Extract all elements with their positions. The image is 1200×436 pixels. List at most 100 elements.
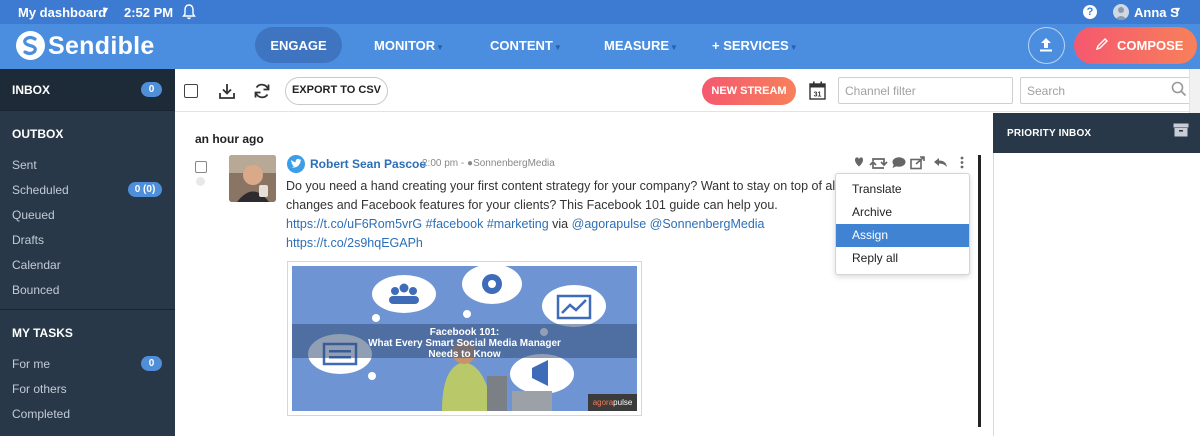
nav-content-label: CONTENT xyxy=(490,38,553,53)
priority-inbox-panel xyxy=(993,153,1200,436)
nav-services-label: + SERVICES xyxy=(712,38,789,53)
panel-scrollbar[interactable] xyxy=(1189,69,1200,113)
via-text: via xyxy=(552,217,569,231)
read-status-dot[interactable] xyxy=(196,177,205,186)
priority-inbox-title: PRIORITY INBOX xyxy=(1007,128,1092,139)
post-image[interactable]: Facebook 101: What Every Smart Social Me… xyxy=(287,261,642,416)
menu-item-assign[interactable]: Assign xyxy=(836,224,969,247)
caret-down-icon: ▼ xyxy=(789,43,798,52)
sidebar-item-for-others[interactable]: For others xyxy=(12,382,67,396)
message-feed: an hour ago Robert Sean Pascoe 2:00 pm -… xyxy=(175,113,993,436)
new-stream-button[interactable]: NEW STREAM xyxy=(702,77,796,105)
post-action-menu: Translate Archive Assign Reply all xyxy=(835,173,970,275)
mention-link[interactable]: @agorapulse xyxy=(572,217,647,231)
archive-icon[interactable] xyxy=(1173,123,1189,137)
comment-icon[interactable] xyxy=(892,157,906,168)
sidebar-item-calendar[interactable]: Calendar xyxy=(12,258,61,272)
image-title-line-1: Facebook 101: xyxy=(429,327,500,338)
brand-part-b: pulse xyxy=(613,398,633,407)
nav-engage[interactable]: ENGAGE xyxy=(255,27,342,63)
select-all-checkbox[interactable] xyxy=(184,84,198,98)
outbox-heading: OUTBOX xyxy=(12,127,64,141)
priority-inbox-header: PRIORITY INBOX xyxy=(993,113,1200,153)
upload-button[interactable] xyxy=(1028,27,1065,64)
image-title-line-2: What Every Smart Social Media Manager xyxy=(368,338,561,349)
post-meta: 2:00 pm - ●SonnenbergMedia xyxy=(422,158,555,169)
caret-down-icon[interactable]: ▼ xyxy=(1173,5,1182,15)
reply-icon[interactable] xyxy=(934,158,947,167)
post-image-artwork: Facebook 101: What Every Smart Social Me… xyxy=(292,266,637,411)
image-title-line-3: Needs to Know xyxy=(428,349,501,360)
bell-icon[interactable] xyxy=(181,3,197,21)
compose-label: COMPOSE xyxy=(1117,38,1184,53)
caret-down-icon: ▼ xyxy=(670,43,678,52)
nav-engage-label: ENGAGE xyxy=(270,38,327,53)
user-avatar[interactable] xyxy=(1113,4,1129,20)
post-link[interactable]: https://t.co/uF6Rom5vrG xyxy=(286,217,422,231)
sidebar-item-for-me[interactable]: For me xyxy=(12,357,50,371)
like-icon[interactable] xyxy=(855,157,863,167)
post-text-line-1: Do you need a hand creating your first c… xyxy=(286,179,850,193)
post-select-checkbox[interactable] xyxy=(195,161,207,173)
dashboard-switcher[interactable]: My dashboard xyxy=(18,5,106,20)
post-text-line-4: https://t.co/2s9hqEGAPh xyxy=(286,236,423,250)
calendar-day: 31 xyxy=(814,92,822,99)
sidebar: INBOX 0 OUTBOX Sent Scheduled 0 (0) Queu… xyxy=(0,69,175,436)
sidebar-item-scheduled[interactable]: Scheduled xyxy=(12,183,69,197)
nav-measure[interactable]: MEASURE▼ xyxy=(604,38,678,53)
twitter-icon xyxy=(287,155,305,173)
post-actions xyxy=(855,156,964,170)
inbox-count-badge: 0 xyxy=(141,82,162,97)
search-input[interactable] xyxy=(1020,77,1191,104)
brand-part-a: agora xyxy=(592,398,614,407)
scheduled-count-badge: 0 (0) xyxy=(128,182,162,197)
mention-link[interactable]: @SonnenbergMedia xyxy=(650,217,765,231)
help-icon[interactable]: ? xyxy=(1083,5,1097,19)
export-csv-button[interactable]: EXPORT TO CSV xyxy=(285,77,388,105)
agorapulse-logo: agorapulse xyxy=(588,394,637,411)
time-group-heading: an hour ago xyxy=(195,132,264,146)
upload-icon xyxy=(1040,38,1052,52)
menu-item-reply-all[interactable]: Reply all xyxy=(836,247,969,270)
stream-toolbar: EXPORT TO CSV NEW STREAM 31 xyxy=(175,69,1200,112)
hashtag-link[interactable]: #marketing xyxy=(487,217,549,231)
sidebar-item-bounced[interactable]: Bounced xyxy=(12,283,59,297)
post-scrollbar[interactable] xyxy=(978,155,981,427)
brand-name: Sendible xyxy=(48,32,155,60)
refresh-icon[interactable] xyxy=(252,81,272,101)
sidebar-item-sent[interactable]: Sent xyxy=(12,158,37,172)
share-icon[interactable] xyxy=(910,156,925,170)
menu-item-translate[interactable]: Translate xyxy=(836,178,969,201)
caret-down-icon: ▼ xyxy=(436,43,445,52)
post-link[interactable]: https://t.co/2s9hqEGAPh xyxy=(286,236,423,250)
caret-down-icon: ▼ xyxy=(553,43,562,52)
nav-services[interactable]: + SERVICES▼ xyxy=(712,38,798,53)
divider xyxy=(0,309,175,310)
calendar-icon[interactable]: 31 xyxy=(809,81,826,100)
sidebar-item-label: INBOX xyxy=(12,83,51,97)
search-icon[interactable] xyxy=(1171,81,1187,97)
sidebar-item-drafts[interactable]: Drafts xyxy=(12,233,44,247)
divider xyxy=(0,110,175,111)
clock-time: 2:52 PM xyxy=(124,5,174,20)
sidebar-item-queued[interactable]: Queued xyxy=(12,208,55,222)
top-bar: My dashboard ▼ 2:52 PM ? Anna S ▼ xyxy=(0,0,1200,24)
sendible-logo-icon xyxy=(16,31,45,60)
retweet-icon[interactable] xyxy=(869,158,888,169)
hashtag-link[interactable]: #facebook xyxy=(426,217,484,231)
sidebar-item-inbox[interactable]: INBOX 0 xyxy=(0,69,175,110)
nav-monitor-label: MONITOR xyxy=(374,38,436,53)
post-author[interactable]: Robert Sean Pascoe xyxy=(310,157,426,171)
caret-down-icon[interactable]: ▼ xyxy=(101,5,110,15)
channel-filter-input[interactable] xyxy=(838,77,1013,104)
sidebar-item-completed[interactable]: Completed xyxy=(12,407,70,421)
more-icon[interactable] xyxy=(960,156,964,169)
pencil-icon xyxy=(1095,38,1108,51)
author-avatar[interactable] xyxy=(229,155,276,202)
nav-content[interactable]: CONTENT▼ xyxy=(490,38,562,53)
compose-button[interactable]: COMPOSE xyxy=(1074,27,1197,64)
download-icon[interactable] xyxy=(217,81,237,101)
nav-monitor[interactable]: MONITOR▼ xyxy=(374,38,444,53)
for-me-count-badge: 0 xyxy=(141,356,162,371)
menu-item-archive[interactable]: Archive xyxy=(836,201,969,224)
